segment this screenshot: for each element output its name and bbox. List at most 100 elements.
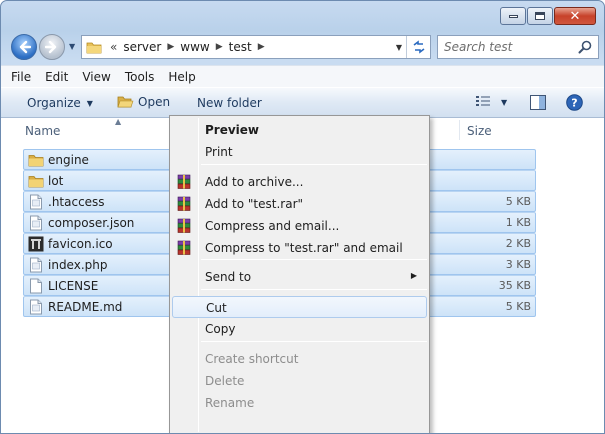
refresh-icon — [413, 40, 424, 54]
new-folder-button[interactable]: New folder — [197, 96, 262, 110]
maximize-button[interactable] — [527, 7, 553, 25]
file-icon — [28, 299, 44, 315]
file-size: 1 KB — [505, 216, 531, 229]
winrar-icon — [176, 218, 192, 234]
menu-item-label: Delete — [205, 374, 245, 388]
menu-item-cut[interactable]: Cut — [172, 296, 427, 318]
preview-pane-button[interactable] — [530, 95, 546, 110]
menu-item-label: Send to — [205, 270, 252, 284]
organize-button[interactable]: Organize ▼ — [27, 96, 93, 110]
file-size: 5 KB — [505, 300, 531, 313]
file-name: LICENSE — [48, 278, 99, 293]
menu-file[interactable]: File — [11, 70, 31, 84]
menu-item-compress-to-test-rar-and-email[interactable]: Compress to "test.rar" and email — [172, 237, 427, 259]
menu-item-copy[interactable]: Copy — [172, 318, 427, 340]
file-size: 5 KB — [505, 195, 531, 208]
maximize-icon — [535, 12, 545, 20]
folder-icon — [28, 173, 44, 189]
file-name: README.md — [48, 299, 123, 314]
submenu-arrow-icon: ▶ — [410, 271, 417, 280]
refresh-button[interactable] — [406, 36, 430, 58]
menu-item-add-to-test-rar[interactable]: Add to "test.rar" — [172, 193, 427, 215]
menu-item-create-shortcut: Create shortcut — [172, 348, 427, 370]
menu-item-print[interactable]: Print — [172, 141, 427, 163]
arrow-right-icon — [45, 40, 57, 54]
chevron-right-icon[interactable]: ▶ — [258, 42, 265, 52]
address-bar[interactable]: « server ▶ www ▶ test ▶ ▼ — [81, 35, 431, 59]
chevron-down-icon: ▼ — [86, 98, 93, 108]
forward-button[interactable] — [39, 34, 65, 60]
menu-item-add-to-archive[interactable]: Add to archive... — [172, 171, 427, 193]
folder-icon — [28, 152, 44, 168]
chevron-right-icon[interactable]: ▶ — [216, 42, 223, 52]
preview-pane-icon — [530, 95, 546, 110]
menu-item-label: Create shortcut — [205, 352, 299, 366]
breadcrumb-test[interactable]: test — [229, 40, 252, 54]
column-size[interactable]: Size — [467, 124, 492, 138]
menu-item-label: Compress and email... — [205, 219, 340, 233]
breadcrumb-server[interactable]: server — [123, 40, 161, 54]
menu-separator — [201, 289, 427, 290]
menu-item-send-to[interactable]: Send to ▶ — [172, 266, 427, 288]
file-size: 3 KB — [505, 258, 531, 271]
arrow-left-icon — [19, 40, 31, 54]
help-icon: ? — [566, 94, 583, 111]
chevron-right-icon[interactable]: ▶ — [167, 42, 174, 52]
folder-icon — [86, 42, 102, 54]
chevron-down-icon[interactable]: ▼ — [501, 98, 507, 107]
details-view-icon — [476, 96, 490, 106]
file-name: .htaccess — [48, 194, 105, 209]
menu-item-label: Add to archive... — [205, 175, 304, 189]
file-name: favicon.ico — [48, 236, 113, 251]
file-name: engine — [48, 152, 89, 167]
column-name[interactable]: Name — [25, 124, 60, 138]
menu-bar: File Edit View Tools Help — [1, 65, 604, 87]
file-icon — [28, 257, 44, 273]
file-icon — [28, 194, 44, 210]
menu-item-label: Preview — [205, 123, 260, 137]
blank-file-icon — [28, 278, 44, 294]
file-size: 35 KB — [498, 279, 531, 292]
column-divider[interactable] — [459, 120, 460, 140]
menu-view[interactable]: View — [82, 70, 110, 84]
winrar-icon — [176, 174, 192, 190]
favicon-icon — [28, 236, 44, 252]
search-icon[interactable] — [578, 40, 592, 54]
help-button[interactable]: ? — [566, 94, 583, 111]
command-bar: Organize ▼ Open New folder ▼ ? — [1, 87, 604, 118]
menu-item-label: Rename — [205, 396, 255, 410]
menu-item-compress-and-email[interactable]: Compress and email... — [172, 215, 427, 237]
menu-separator — [201, 259, 427, 260]
close-button[interactable]: ✕ — [554, 7, 596, 25]
menu-item-label: Compress to "test.rar" and email — [205, 241, 403, 255]
breadcrumb-overflow[interactable]: « — [110, 40, 117, 54]
menu-item-label: Cut — [206, 301, 227, 315]
open-button[interactable]: Open — [117, 94, 170, 109]
menu-item-label: Add to "test.rar" — [205, 197, 304, 211]
menu-separator — [201, 164, 427, 165]
menu-help[interactable]: Help — [168, 70, 195, 84]
address-dropdown-icon[interactable]: ▼ — [396, 43, 402, 52]
back-button[interactable] — [11, 34, 37, 60]
svg-text:?: ? — [571, 97, 577, 110]
search-box[interactable] — [437, 35, 599, 59]
recent-pages-dropdown[interactable]: ▼ — [69, 42, 75, 51]
open-label: Open — [138, 94, 171, 109]
minimize-icon — [508, 14, 518, 18]
menu-item-preview[interactable]: Preview — [172, 119, 427, 141]
winrar-icon — [176, 196, 192, 212]
change-view-button[interactable]: ▼ — [475, 95, 507, 109]
context-menu: Preview Print Add to archive... Add to "tes… — [169, 115, 430, 433]
breadcrumb-www[interactable]: www — [180, 40, 209, 54]
file-icon — [28, 215, 44, 231]
sort-ascending-icon: ▲ — [115, 117, 122, 126]
search-input[interactable] — [444, 40, 580, 54]
menu-tools[interactable]: Tools — [125, 70, 155, 84]
new-folder-label: New folder — [197, 96, 262, 110]
menu-item-label: Print — [205, 145, 233, 159]
file-name: index.php — [48, 257, 108, 272]
menu-edit[interactable]: Edit — [45, 70, 68, 84]
navigation-bar: ▼ « server ▶ www ▶ test ▶ ▼ — [9, 33, 599, 61]
minimize-button[interactable] — [500, 7, 526, 25]
window-controls: ✕ — [500, 7, 596, 25]
